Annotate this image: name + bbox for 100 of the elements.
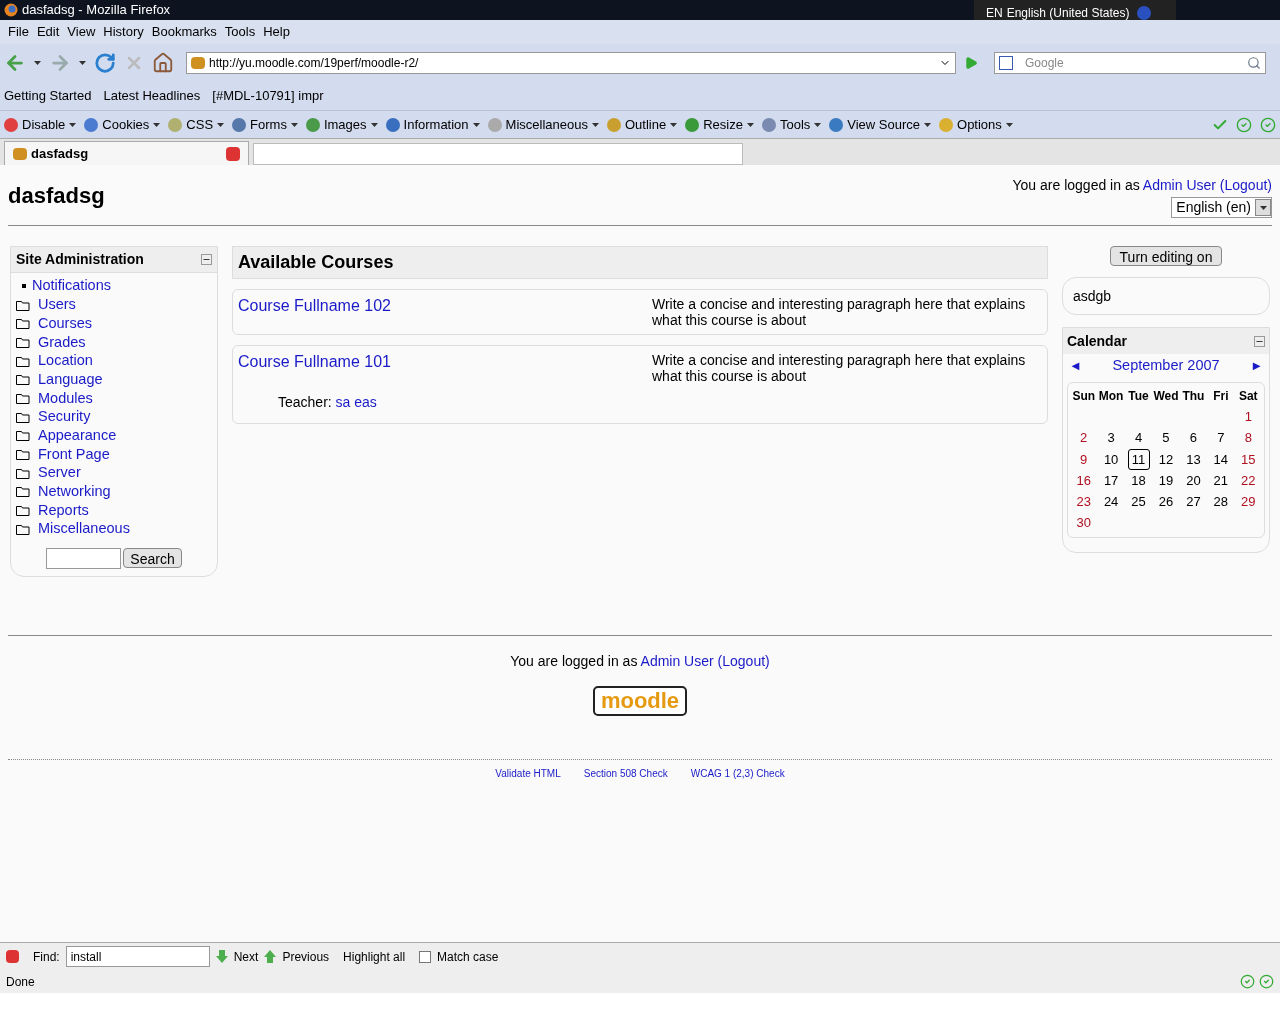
edit-button[interactable]: Turn editing on <box>1109 246 1223 266</box>
footer-link[interactable]: Validate HTML <box>495 766 561 781</box>
close-icon[interactable] <box>6 950 19 963</box>
logout-link[interactable]: (Logout) <box>1219 177 1272 193</box>
calendar-day[interactable]: 22 <box>1237 470 1260 491</box>
calendar-day[interactable]: 24 <box>1100 492 1123 512</box>
toolbar-menu[interactable]: Disable <box>4 114 77 135</box>
find-field[interactable]: install <box>65 946 210 967</box>
address-field[interactable]: http://yu.moodle.com/19perf/moodle-r2/ <box>186 52 956 74</box>
calendar-day[interactable]: 26 <box>1155 492 1177 512</box>
calendar-day[interactable]: 1 <box>1237 406 1260 427</box>
calendar-day[interactable]: 17 <box>1100 470 1123 491</box>
toolbar-menu[interactable]: View Source <box>829 114 932 135</box>
tab-label: dasfadsg <box>31 144 89 163</box>
blank-tab[interactable] <box>253 143 743 165</box>
course-link[interactable]: Course Fullname 102 <box>238 294 652 328</box>
menu-item[interactable]: View <box>63 22 100 42</box>
bookmark-item[interactable]: [#MDL-10791] impr <box>212 86 324 106</box>
calendar-day[interactable]: 7 <box>1209 428 1232 448</box>
calendar-day[interactable]: 19 <box>1155 470 1177 491</box>
calendar-day[interactable]: 28 <box>1209 492 1232 512</box>
menu-item[interactable]: Bookmarks <box>147 22 221 42</box>
search-input[interactable] <box>46 547 122 569</box>
calendar-day[interactable]: 30 <box>1072 513 1095 533</box>
toolbar-menu[interactable]: Images <box>305 114 378 135</box>
match-case-checkbox[interactable] <box>419 950 432 963</box>
calendar-day[interactable]: 23 <box>1072 492 1095 512</box>
calendar-day[interactable]: 15 <box>1237 449 1260 470</box>
weekday-label: Thu <box>1181 388 1206 405</box>
calendar-day[interactable]: 10 <box>1100 449 1123 470</box>
menu-item[interactable]: Edit <box>32 22 64 42</box>
collapse-icon[interactable] <box>201 254 212 265</box>
course-link[interactable]: Course Fullname 101 <box>238 350 652 384</box>
toolbar-menu[interactable]: Outline <box>606 114 678 135</box>
calendar-day[interactable]: 6 <box>1182 428 1205 448</box>
teacher-link[interactable]: sa eas <box>335 394 377 410</box>
calendar-day[interactable]: 16 <box>1072 470 1095 491</box>
previous-button[interactable]: Previous <box>282 947 330 966</box>
calendar-day[interactable]: 2 <box>1072 428 1095 448</box>
toolbar-menu[interactable]: Resize <box>685 114 754 135</box>
weekday-label: Fri <box>1212 388 1230 405</box>
calendar-day[interactable]: 14 <box>1209 449 1232 470</box>
calendar-day[interactable]: 20 <box>1182 470 1205 491</box>
calendar-day[interactable]: 25 <box>1127 492 1150 512</box>
search-field[interactable]: Google <box>994 52 1266 74</box>
teacher-info: Teacher: sa eas <box>278 393 378 412</box>
calendar-day[interactable]: 5 <box>1155 428 1177 448</box>
calendar-day[interactable]: 4 <box>1127 428 1150 448</box>
folder-icon <box>16 392 30 404</box>
calendar-day[interactable]: 29 <box>1237 492 1260 512</box>
course-summary: Write a concise and interesting paragraph here that explains what this course is about <box>652 352 1027 384</box>
search-icon[interactable] <box>1247 56 1261 70</box>
user-link[interactable]: Admin User <box>1142 177 1216 193</box>
logout-link[interactable]: (Logout) <box>717 653 770 669</box>
menu-item[interactable]: History <box>99 22 148 42</box>
search-button[interactable]: Search <box>123 547 182 568</box>
bookmark-item[interactable]: Getting Started <box>4 86 92 106</box>
calendar-day[interactable]: 8 <box>1237 428 1260 448</box>
forward-icon[interactable] <box>49 52 71 74</box>
toolbar-menu[interactable]: Options <box>939 114 1013 135</box>
menu-item[interactable]: Tools <box>220 22 260 42</box>
footer-link[interactable]: Section 508 Check <box>583 766 668 781</box>
calendar-day[interactable]: 13 <box>1182 449 1205 470</box>
menu-item[interactable]: File <box>4 22 33 42</box>
toolbar-menu[interactable]: Miscellaneous <box>487 114 599 135</box>
toolbar-menu[interactable]: CSS <box>168 114 225 135</box>
check-circle-icon <box>1236 116 1252 133</box>
down-arrow-icon[interactable] <box>215 950 228 963</box>
calendar-day[interactable]: 18 <box>1127 470 1150 491</box>
toolbar-menu[interactable]: Forms <box>232 114 298 135</box>
toolbar-menu[interactable]: Cookies <box>84 114 161 135</box>
calendar-day[interactable]: 3 <box>1100 428 1123 448</box>
language-select[interactable]: English (en) <box>1171 197 1272 218</box>
toolbar-menu[interactable]: Information <box>385 114 480 135</box>
calendar-day[interactable]: 21 <box>1209 470 1232 491</box>
back-icon[interactable] <box>4 52 26 74</box>
previous-month-link[interactable]: ◄ <box>1069 356 1082 376</box>
calendar-day[interactable]: 11 <box>1127 448 1150 471</box>
go-icon[interactable] <box>964 56 978 70</box>
highlight-all-button[interactable]: Highlight all <box>343 947 406 966</box>
next-month-link[interactable]: ► <box>1250 356 1263 376</box>
calendar-day[interactable]: 12 <box>1155 449 1177 470</box>
menu-item[interactable]: Help <box>259 22 294 42</box>
calendar-day[interactable]: 9 <box>1072 449 1095 470</box>
bookmark-item[interactable]: Latest Headlines <box>103 86 201 106</box>
collapse-icon[interactable] <box>1254 335 1265 347</box>
reload-icon[interactable] <box>94 52 116 74</box>
search-engine-icon[interactable] <box>999 56 1013 70</box>
site-title: dasfadsg <box>8 182 105 210</box>
footer-link[interactable]: WCAG 1 (2,3) Check <box>690 766 785 781</box>
close-icon[interactable] <box>226 146 240 161</box>
browser-tab[interactable]: dasfadsg <box>4 141 249 165</box>
toolbar-menu[interactable]: Tools <box>761 114 822 135</box>
next-button[interactable]: Next <box>233 947 259 966</box>
calendar-day[interactable]: 27 <box>1182 492 1205 512</box>
site-icon <box>191 57 205 69</box>
home-icon[interactable] <box>152 52 174 74</box>
up-arrow-icon[interactable] <box>264 950 277 963</box>
help-icon[interactable] <box>1137 6 1152 20</box>
user-link[interactable]: Admin User <box>640 653 714 669</box>
